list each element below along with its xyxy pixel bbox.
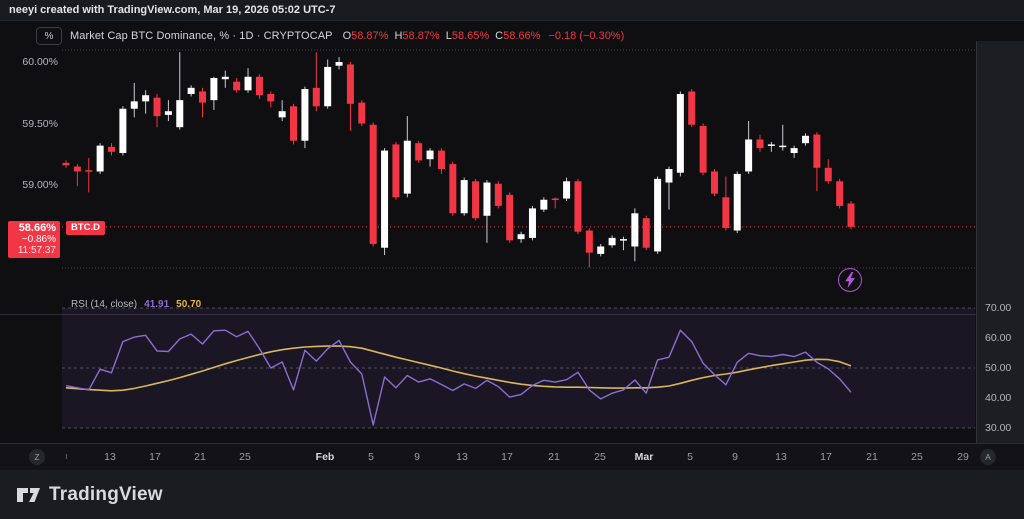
pane-separator[interactable]	[0, 314, 976, 315]
rsi-axis-label: 60.00	[985, 332, 1011, 344]
time-axis-label: 9	[732, 451, 738, 463]
ohlc-close: C58.66%	[495, 30, 540, 42]
price-axis-label: 59.00%	[0, 179, 58, 191]
rsi-ma-value: 50.70	[176, 299, 201, 310]
axis-minor-tick	[66, 454, 67, 459]
price-axis-label: 60.00%	[0, 56, 58, 68]
auto-scale-button[interactable]: A	[980, 449, 996, 465]
change-value: −0.18 (−0.30%)	[548, 30, 624, 42]
percent-scale-label: %	[45, 31, 54, 42]
time-axis-label: 25	[594, 451, 606, 463]
lightning-icon	[843, 272, 857, 288]
time-axis-label: 13	[775, 451, 787, 463]
time-axis-label: 13	[104, 451, 116, 463]
rsi-axis-label: 50.00	[985, 362, 1011, 374]
attribution-bar: neeyi created with TradingView.com, Mar …	[0, 0, 1024, 20]
ohlc-high: H58.87%	[394, 30, 439, 42]
time-axis-label: 21	[194, 451, 206, 463]
time-axis-label: Feb	[316, 451, 335, 463]
time-axis-label: 17	[501, 451, 513, 463]
time-axis[interactable]: Z 13 17 21 25 Feb 5 9 13 17 21 25 Mar 5 9 13 17 21 25 29 A	[0, 443, 1024, 470]
rsi-axis-label: 30.00	[985, 422, 1011, 434]
time-axis-label: 17	[820, 451, 832, 463]
time-axis-label: 17	[149, 451, 161, 463]
chart-area[interactable]	[0, 20, 1024, 443]
price-change: −0.86%	[10, 234, 56, 245]
symbol-price-flag: BTC.D	[66, 221, 105, 235]
time-axis-label: 21	[548, 451, 560, 463]
time-axis-label: 13	[456, 451, 468, 463]
time-axis-label: 25	[911, 451, 923, 463]
time-axis-label: 29	[957, 451, 969, 463]
symbol-title[interactable]: Market Cap BTC Dominance, % · 1D · CRYPT…	[70, 30, 333, 42]
time-axis-label: 21	[866, 451, 878, 463]
price-axis-label: 59.50%	[0, 118, 58, 130]
footer-bar: TradingView	[0, 470, 1024, 519]
rsi-axis-label: 40.00	[985, 392, 1011, 404]
attribution-text: neeyi created with TradingView.com, Mar …	[9, 4, 335, 16]
bar-countdown: 11:57:37	[10, 245, 56, 256]
time-axis-label: Mar	[635, 451, 654, 463]
ohlc-open: O58.87%	[343, 30, 389, 42]
rsi-title: RSI (14, close)	[71, 299, 137, 310]
ohlc-low: L58.65%	[446, 30, 489, 42]
rsi-indicator-legend[interactable]: RSI (14, close) 41.91 50.70	[71, 299, 201, 310]
tradingview-logo-icon[interactable]	[15, 481, 42, 508]
last-price-badge: 58.66% −0.86% 11:57:37	[8, 221, 60, 258]
rsi-axis-label: 70.00	[985, 302, 1011, 314]
tradingview-wordmark[interactable]: TradingView	[49, 484, 163, 506]
time-axis-label: 5	[687, 451, 693, 463]
percent-scale-button[interactable]: %	[36, 27, 62, 45]
time-axis-label: 25	[239, 451, 251, 463]
timezone-button[interactable]: Z	[29, 449, 45, 465]
flash-boost-button[interactable]	[838, 268, 862, 292]
time-axis-label: 5	[368, 451, 374, 463]
tradingview-chart-widget: neeyi created with TradingView.com, Mar …	[0, 0, 1024, 519]
symbol-legend: % Market Cap BTC Dominance, % · 1D · CRY…	[36, 27, 624, 45]
last-price: 58.66%	[10, 222, 56, 234]
time-axis-label: 9	[414, 451, 420, 463]
rsi-value: 41.91	[144, 299, 169, 310]
